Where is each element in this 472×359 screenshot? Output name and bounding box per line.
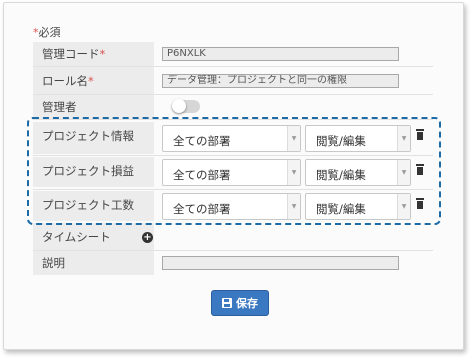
toggle-knob: [172, 99, 186, 113]
role-name-label: ロール名 *: [33, 67, 154, 94]
code-label: 管理コード *: [33, 42, 154, 66]
role-name-field[interactable]: データ管理：プロジェクトと同一の権限: [162, 74, 399, 88]
highlight-box: [27, 117, 441, 225]
required-note-text: 必須: [38, 26, 61, 39]
timesheet-label: タイムシート: [33, 223, 154, 250]
admin-toggle[interactable]: [172, 99, 200, 113]
required-note: *必須: [33, 24, 61, 40]
save-button-label: 保存: [236, 297, 258, 310]
admin-label: 管理者: [33, 95, 154, 119]
code-row: 管理コード * P6NXLK: [33, 42, 433, 66]
description-label: 説明: [33, 251, 154, 275]
timesheet-row: タイムシート: [33, 223, 433, 250]
save-button[interactable]: 保存: [211, 290, 269, 316]
description-row: 説明: [33, 251, 433, 275]
description-field[interactable]: [162, 256, 399, 270]
plus-circle-icon[interactable]: +: [142, 232, 153, 243]
code-field[interactable]: P6NXLK: [162, 47, 399, 61]
floppy-disk-icon: [222, 298, 232, 308]
role-name-row: ロール名 * データ管理：プロジェクトと同一の権限: [33, 67, 433, 94]
admin-row: 管理者: [33, 95, 433, 119]
